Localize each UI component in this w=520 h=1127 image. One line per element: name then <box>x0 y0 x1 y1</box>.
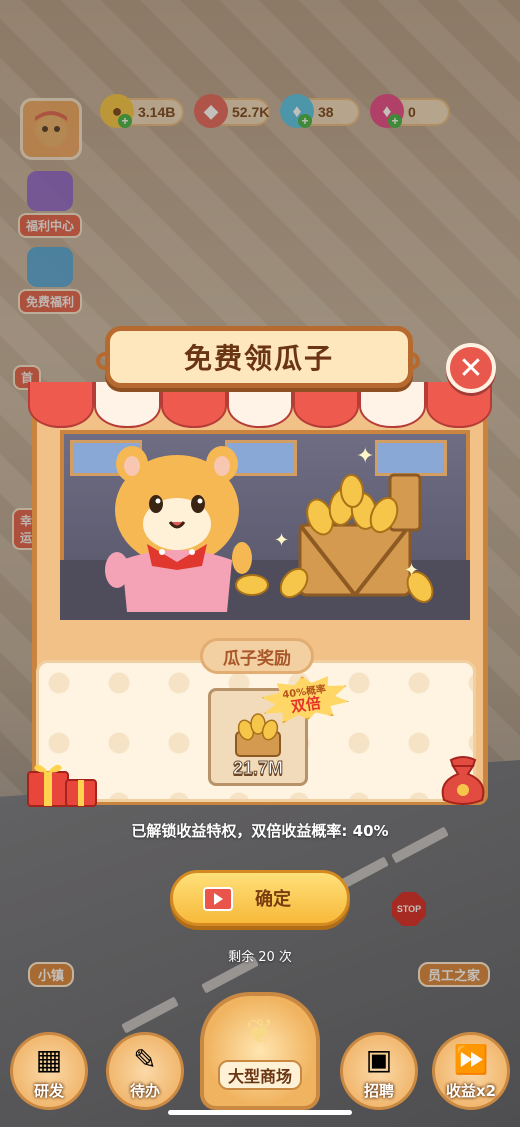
seed-icon <box>235 574 269 596</box>
research-icon: ▦ <box>35 1043 63 1076</box>
free-seeds-popup: 免费领瓜子 ✕ ✦ ✦ ✦ 瓜子奖励 21.7M 40%概率 双倍 已解锁收益特… <box>0 0 520 1127</box>
remaining-count-text: 剩余 20 次 <box>228 950 292 965</box>
confirm-button-label: 确定 <box>255 889 291 910</box>
sparkle-icon: ✦ <box>404 560 420 581</box>
hire-button[interactable]: ▣ 招聘 <box>340 1032 418 1110</box>
sprout-icon: ❦ <box>245 1012 275 1052</box>
sparkle-icon: ✦ <box>274 530 290 551</box>
income-double-button[interactable]: ⏩ 收益x2 <box>432 1032 510 1110</box>
todo-button[interactable]: ✎ 待办 <box>106 1032 184 1110</box>
close-button[interactable]: ✕ <box>446 343 496 393</box>
mall-button[interactable]: ❦ 大型商场 <box>200 992 320 1110</box>
money-bag-icon <box>441 756 485 805</box>
reward-amount: 21.7M <box>232 758 284 779</box>
fast-forward-icon: ⏩ <box>453 1043 489 1076</box>
double-label: 双倍 <box>289 693 323 716</box>
confirm-button[interactable]: 确定 <box>170 870 350 926</box>
seed-crate-illustration <box>280 473 434 603</box>
home-indicator[interactable] <box>168 1110 352 1115</box>
video-ad-icon <box>203 887 233 911</box>
popup-title: 免费领瓜子 <box>105 326 413 388</box>
research-button[interactable]: ▦ 研发 <box>10 1032 88 1110</box>
hire-card-icon: ▣ <box>365 1043 393 1076</box>
clipboard-icon: ✎ <box>133 1043 157 1076</box>
reward-section-label: 瓜子奖励 <box>200 638 314 674</box>
privilege-info-text: 已解锁收益特权，双倍收益概率: 40% <box>131 822 389 840</box>
close-icon: ✕ <box>458 350 484 386</box>
sparkle-icon: ✦ <box>356 444 375 469</box>
shop-awning <box>28 382 492 442</box>
gift-box-icon <box>27 764 97 807</box>
